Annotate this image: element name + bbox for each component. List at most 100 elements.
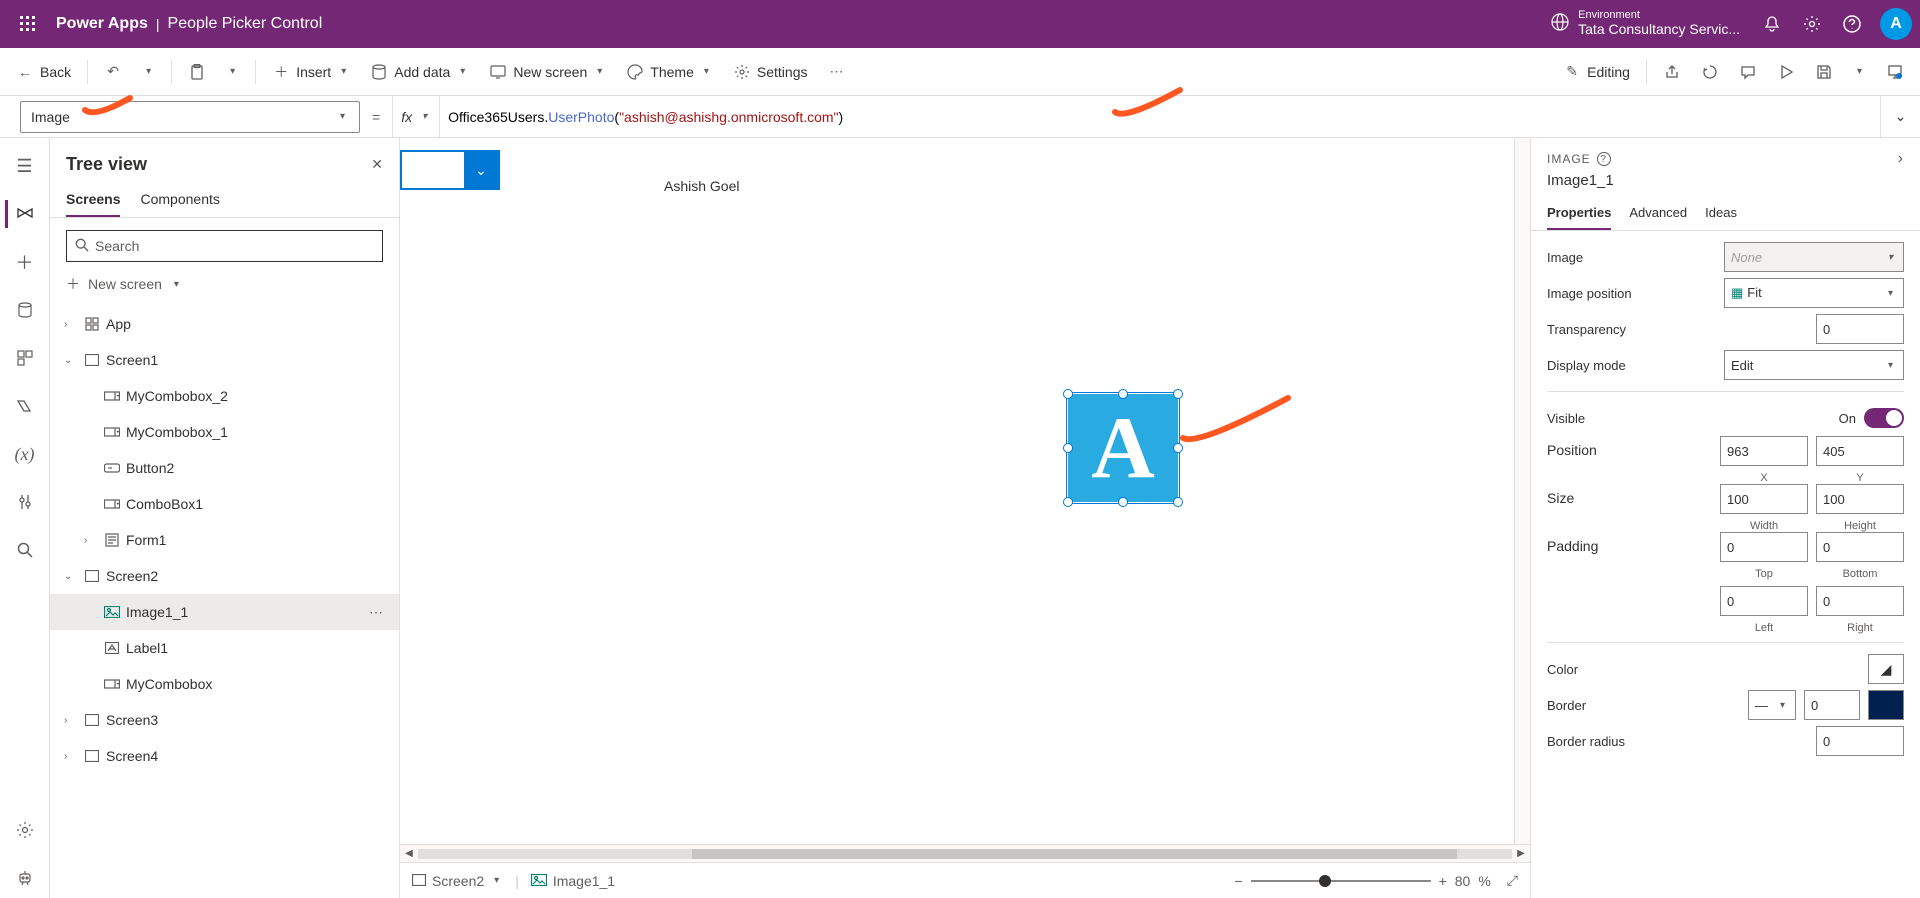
tree-item-combo1[interactable]: MyCombobox_1	[50, 414, 399, 450]
tree-item-image1-1[interactable]: Image1_1⋯	[50, 594, 399, 630]
tree-item-combobox1[interactable]: ComboBox1	[50, 486, 399, 522]
user-avatar[interactable]: A	[1880, 8, 1912, 40]
horizontal-scrollbar[interactable]: ◀ ▶	[400, 844, 1530, 862]
prop-size-h[interactable]: 100	[1816, 484, 1904, 514]
more-icon[interactable]: ⋯	[369, 604, 399, 621]
formula-bar[interactable]: Office365Users.UserPhoto("ashish@ashishg…	[439, 96, 1880, 137]
zoom-out-icon[interactable]: −	[1234, 873, 1242, 889]
tab-screens[interactable]: Screens	[66, 183, 120, 217]
prop-pad-bottom[interactable]: 0	[1816, 532, 1904, 562]
design-canvas[interactable]: ⌄ Ashish Goel A	[400, 138, 1514, 844]
settings-gear-icon[interactable]	[1792, 4, 1832, 44]
tab-advanced[interactable]: Advanced	[1629, 197, 1687, 230]
prop-displaymode-value[interactable]: Edit▾	[1724, 350, 1904, 380]
zoom-in-icon[interactable]: +	[1439, 873, 1447, 889]
tree-item-screen3[interactable]: ›Screen3	[50, 702, 399, 738]
virtual-agent-rail-icon[interactable]	[5, 858, 45, 898]
share-button[interactable]	[1655, 57, 1689, 87]
play-button[interactable]	[1769, 57, 1803, 87]
variables-rail-icon[interactable]: (x)	[5, 434, 45, 474]
scroll-left-icon[interactable]: ◀	[400, 848, 418, 859]
expand-formula-button[interactable]: ⌄	[1880, 96, 1920, 137]
prop-imgpos-value[interactable]: ▦Fit▾	[1724, 278, 1904, 308]
zoom-control[interactable]: − + 80 % ⤢	[1234, 872, 1518, 889]
app-launcher-icon[interactable]	[8, 4, 48, 44]
prop-pad-right[interactable]: 0	[1816, 586, 1904, 616]
info-icon[interactable]: ?	[1597, 152, 1611, 166]
prop-transparency-value[interactable]: 0	[1816, 314, 1904, 344]
new-screen-button[interactable]: ＋ New screen ▾	[50, 270, 399, 302]
prop-image-value[interactable]: None▾	[1724, 242, 1904, 272]
tree-item-mycombobox[interactable]: MyCombobox	[50, 666, 399, 702]
save-dropdown[interactable]: ▾	[1845, 60, 1874, 83]
editing-mode-button[interactable]: ✎Editing	[1555, 57, 1638, 87]
prop-position-x[interactable]: 963	[1720, 436, 1808, 466]
vertical-scrollbar[interactable]	[1514, 138, 1530, 844]
prop-size-w[interactable]: 100	[1720, 484, 1808, 514]
tab-properties[interactable]: Properties	[1547, 197, 1611, 230]
fit-screen-icon[interactable]: ⤢	[1507, 872, 1518, 889]
fx-button[interactable]: fx▾	[392, 96, 439, 137]
scroll-right-icon[interactable]: ▶	[1512, 848, 1530, 859]
tab-ideas[interactable]: Ideas	[1705, 197, 1737, 230]
breadcrumb-control[interactable]: Image1_1	[531, 873, 615, 889]
tree-item-screen2[interactable]: ⌄Screen2	[50, 558, 399, 594]
canvas-combobox[interactable]: ⌄	[400, 150, 500, 190]
close-icon[interactable]: ✕	[371, 156, 383, 173]
publish-button[interactable]	[1878, 57, 1912, 87]
canvas-selected-image[interactable]: A	[1068, 394, 1178, 502]
comments-button[interactable]	[1731, 57, 1765, 87]
prop-pad-top[interactable]: 0	[1720, 532, 1808, 562]
tree-item-app[interactable]: ›App	[50, 306, 399, 342]
control-name[interactable]: Image1_1	[1531, 172, 1920, 197]
settings-rail-icon[interactable]	[5, 810, 45, 850]
canvas-label-text[interactable]: Ashish Goel	[664, 178, 739, 194]
insert-rail-icon[interactable]: ＋	[5, 242, 45, 282]
chevron-right-icon[interactable]: ›	[1898, 150, 1904, 168]
breadcrumb-screen[interactable]: Screen2▾	[412, 873, 503, 889]
property-selector[interactable]: Image ▾	[20, 101, 360, 133]
prop-border-radius-value[interactable]: 0	[1816, 726, 1904, 756]
paste-dropdown[interactable]: ▾	[218, 60, 247, 83]
fit-icon: ▦	[1731, 285, 1743, 300]
hamburger-icon[interactable]: ☰	[5, 146, 45, 186]
theme-button[interactable]: Theme▾	[618, 57, 721, 87]
overflow-button[interactable]: ⋯	[819, 57, 853, 87]
search-rail-icon[interactable]	[5, 530, 45, 570]
save-button[interactable]	[1807, 57, 1841, 87]
tree-item-screen1[interactable]: ⌄Screen1	[50, 342, 399, 378]
insert-button[interactable]: ＋Insert▾	[264, 57, 358, 87]
tree-item-form1[interactable]: ›Form1	[50, 522, 399, 558]
tree-item-label1[interactable]: Label1	[50, 630, 399, 666]
app-name[interactable]: Power Apps	[48, 15, 148, 33]
tools-rail-icon[interactable]	[5, 482, 45, 522]
prop-border-width[interactable]: 0	[1804, 690, 1860, 720]
media-rail-icon[interactable]	[5, 338, 45, 378]
tab-components[interactable]: Components	[140, 183, 219, 217]
app-checker-button[interactable]	[1693, 57, 1727, 87]
data-rail-icon[interactable]	[5, 290, 45, 330]
new-screen-button[interactable]: New screen▾	[481, 57, 614, 87]
tree-view-rail-icon[interactable]	[5, 194, 45, 234]
prop-color-button[interactable]: ◢	[1868, 654, 1904, 684]
tree-item-screen4[interactable]: ›Screen4	[50, 738, 399, 774]
zoom-slider[interactable]	[1251, 880, 1431, 882]
help-icon[interactable]	[1832, 4, 1872, 44]
notifications-icon[interactable]	[1752, 4, 1792, 44]
tree-item-combo2[interactable]: MyCombobox_2	[50, 378, 399, 414]
environment-picker[interactable]: Environment Tata Consultancy Servic...	[1550, 10, 1752, 38]
undo-dropdown[interactable]: ▾	[134, 60, 163, 83]
prop-border-style[interactable]: —▾	[1748, 690, 1796, 720]
paste-button[interactable]	[180, 57, 214, 87]
prop-visible-toggle[interactable]	[1864, 408, 1904, 428]
prop-position-y[interactable]: 405	[1816, 436, 1904, 466]
prop-pad-left[interactable]: 0	[1720, 586, 1808, 616]
search-input[interactable]: Search	[66, 230, 383, 262]
undo-button[interactable]: ↶	[96, 57, 130, 87]
add-data-button[interactable]: Add data▾	[362, 57, 477, 87]
prop-border-color[interactable]	[1868, 690, 1904, 720]
settings-button[interactable]: Settings	[725, 57, 816, 87]
power-automate-rail-icon[interactable]	[5, 386, 45, 426]
tree-item-button2[interactable]: Button2	[50, 450, 399, 486]
back-button[interactable]: ←Back	[8, 57, 79, 87]
